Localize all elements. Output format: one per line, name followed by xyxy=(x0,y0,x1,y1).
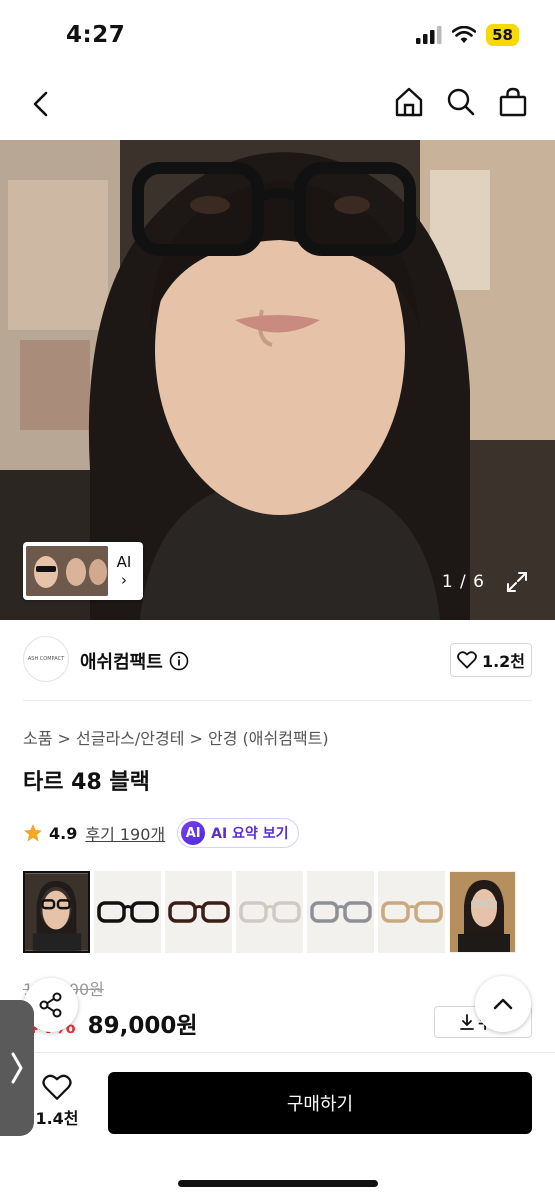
review-link[interactable]: 후기 190개 xyxy=(85,821,165,845)
thumbnail-front-beige[interactable] xyxy=(378,871,445,953)
bag-icon xyxy=(499,87,527,117)
home-button[interactable] xyxy=(393,84,425,120)
store-name: 애쉬컴팩트 xyxy=(80,652,163,673)
thumbnail-front-clear[interactable] xyxy=(236,871,303,953)
rating-score: 4.9 xyxy=(49,823,78,843)
store-logo-text: ASH COMPACT xyxy=(27,656,65,662)
wishlist-count: 1.4천 xyxy=(35,1109,79,1128)
chevron-up-icon xyxy=(493,998,513,1010)
thumbnail-model-2[interactable] xyxy=(449,871,516,953)
breadcrumb[interactable]: 소품 > 선글라스/안경테 > 안경 (애쉬컴팩트) xyxy=(23,725,329,749)
status-indicators: 58 xyxy=(416,24,519,46)
search-button[interactable] xyxy=(445,84,477,120)
home-icon xyxy=(395,87,423,117)
home-indicator xyxy=(178,1180,378,1187)
chevron-right-icon: › xyxy=(121,571,127,589)
ai-badge-icon: AI xyxy=(181,821,206,845)
store-like-button[interactable]: 1.2천 xyxy=(450,643,532,677)
share-icon xyxy=(39,992,62,1018)
thumbnail-strip xyxy=(23,871,516,953)
scroll-top-button[interactable] xyxy=(475,976,531,1032)
image-counter: 1 / 6 xyxy=(441,572,485,592)
ai-summary-label: AI 요약 보기 xyxy=(211,826,289,842)
buy-button[interactable]: 구매하기 xyxy=(108,1072,532,1134)
search-icon xyxy=(447,88,475,116)
star-icon xyxy=(24,824,42,842)
back-icon[interactable] xyxy=(26,88,58,120)
store-logo[interactable]: ASH COMPACT xyxy=(23,636,69,682)
cart-button[interactable] xyxy=(497,84,529,120)
divider xyxy=(23,700,532,701)
nav-actions xyxy=(393,84,529,120)
thumbnail-front-tortoise[interactable] xyxy=(165,871,232,953)
ai-thumbnail-image xyxy=(26,546,108,596)
product-title: 타르 48 블랙 xyxy=(23,770,150,795)
info-icon[interactable] xyxy=(169,651,189,671)
signal-icon xyxy=(416,26,442,44)
expand-icon[interactable] xyxy=(505,570,529,594)
ai-label: AI xyxy=(116,553,132,571)
thumbnail-model[interactable] xyxy=(23,871,90,953)
thumbnail-front-black[interactable] xyxy=(94,871,161,953)
battery-level: 58 xyxy=(486,24,519,46)
store-like-count: 1.2천 xyxy=(481,652,526,671)
heart-icon xyxy=(457,651,477,669)
heart-icon xyxy=(42,1074,72,1100)
thumbnail-front-grey[interactable] xyxy=(307,871,374,953)
wishlist-button[interactable]: 1.4천 xyxy=(30,1074,84,1129)
status-time: 4:27 xyxy=(66,22,126,48)
wifi-icon xyxy=(452,26,477,43)
ai-label-group: AI › xyxy=(108,553,140,589)
ai-photo-thumbnail[interactable]: AI › xyxy=(23,542,143,600)
side-drawer-tab[interactable] xyxy=(0,1000,34,1136)
rating-row: 4.9 후기 190개 AI AI 요약 보기 xyxy=(23,818,300,848)
sale-price: 89,000원 xyxy=(87,1013,198,1039)
ai-summary-button[interactable]: AI AI 요약 보기 xyxy=(177,818,300,848)
download-icon xyxy=(460,1014,475,1030)
store-name-row[interactable]: 애쉬컴팩트 xyxy=(80,648,189,674)
chevron-right-icon xyxy=(11,1052,23,1084)
